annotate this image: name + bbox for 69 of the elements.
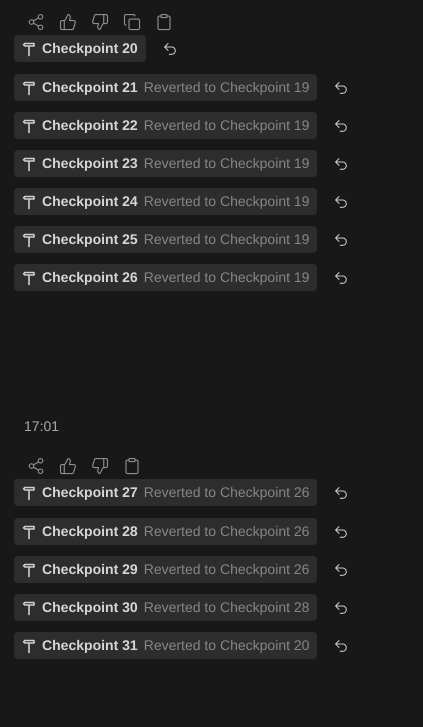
undo-icon[interactable] — [333, 638, 350, 654]
checkpoint-label: Checkpoint 27 — [42, 483, 138, 502]
revert-note: Reverted to Checkpoint 26 — [144, 560, 310, 579]
checkpoint-chip[interactable]: Checkpoint 30 Reverted to Checkpoint 28 — [14, 594, 318, 621]
revert-note: Reverted to Checkpoint 26 — [144, 522, 310, 541]
undo-icon[interactable] — [333, 156, 350, 172]
checkpoint-label: Checkpoint 28 — [42, 522, 138, 541]
revert-note: Reverted to Checkpoint 19 — [144, 154, 310, 173]
undo-icon[interactable] — [333, 232, 350, 248]
revert-note: Reverted to Checkpoint 26 — [144, 483, 310, 502]
signpost-icon — [22, 524, 36, 540]
thumbs-down-icon[interactable] — [91, 13, 109, 31]
checkpoint-chip[interactable]: Checkpoint 24 Reverted to Checkpoint 19 — [14, 188, 318, 215]
revert-note: Reverted to Checkpoint 19 — [144, 78, 310, 97]
checkpoint-chip[interactable]: Checkpoint 25 Reverted to Checkpoint 19 — [14, 226, 318, 253]
undo-icon[interactable] — [333, 600, 350, 616]
checkpoint-label: Checkpoint 29 — [42, 560, 138, 579]
clipboard-icon[interactable] — [155, 13, 173, 31]
signpost-icon — [22, 484, 36, 500]
undo-icon[interactable] — [162, 40, 178, 56]
undo-icon[interactable] — [333, 118, 350, 134]
clipboard-icon[interactable] — [123, 457, 141, 475]
signpost-icon — [22, 80, 36, 96]
signpost-icon — [22, 232, 36, 248]
thumbs-up-icon[interactable] — [59, 13, 77, 31]
signpost-icon — [22, 638, 36, 654]
checkpoint-chip[interactable]: Checkpoint 22 Reverted to Checkpoint 19 — [14, 112, 318, 139]
undo-icon[interactable] — [333, 194, 350, 210]
signpost-icon — [22, 194, 36, 210]
thumbs-up-icon[interactable] — [59, 457, 77, 475]
checkpoint-chip[interactable]: Checkpoint 27 Reverted to Checkpoint 26 — [14, 479, 318, 506]
signpost-icon — [22, 156, 36, 172]
checkpoint-label: Checkpoint 20 — [42, 39, 138, 58]
revert-note: Reverted to Checkpoint 20 — [144, 636, 310, 655]
checkpoint-label: Checkpoint 23 — [42, 154, 138, 173]
revert-note: Reverted to Checkpoint 19 — [144, 268, 310, 287]
checkpoint-chip[interactable]: Checkpoint 29 Reverted to Checkpoint 26 — [14, 556, 318, 583]
signpost-icon — [22, 562, 36, 578]
checkpoint-label: Checkpoint 31 — [42, 636, 138, 655]
checkpoint-label: Checkpoint 25 — [42, 230, 138, 249]
checkpoint-chip[interactable]: Checkpoint 21 Reverted to Checkpoint 19 — [14, 74, 318, 101]
checkpoint-chip[interactable]: Checkpoint 31 Reverted to Checkpoint 20 — [14, 632, 318, 659]
revert-note: Reverted to Checkpoint 28 — [144, 598, 310, 617]
share-icon[interactable] — [27, 13, 45, 31]
checkpoint-label: Checkpoint 24 — [42, 192, 138, 211]
checkpoint-label: Checkpoint 30 — [42, 598, 138, 617]
checkpoint-chip[interactable]: Checkpoint 20 — [14, 35, 146, 62]
revert-note: Reverted to Checkpoint 19 — [144, 192, 310, 211]
checkpoint-label: Checkpoint 26 — [42, 268, 138, 287]
checkpoint-chip[interactable]: Checkpoint 28 Reverted to Checkpoint 26 — [14, 518, 318, 545]
thumbs-down-icon[interactable] — [91, 457, 109, 475]
timestamp: 17:01 — [23, 417, 60, 436]
undo-icon[interactable] — [333, 484, 350, 500]
checkpoint-label: Checkpoint 22 — [42, 116, 138, 135]
revert-note: Reverted to Checkpoint 19 — [144, 116, 310, 135]
signpost-icon — [22, 40, 36, 56]
checkpoint-chip[interactable]: Checkpoint 26 Reverted to Checkpoint 19 — [14, 264, 318, 291]
revert-note: Reverted to Checkpoint 19 — [144, 230, 310, 249]
undo-icon[interactable] — [333, 270, 350, 286]
checkpoint-label: Checkpoint 21 — [42, 78, 138, 97]
signpost-icon — [22, 270, 36, 286]
copy-icon[interactable] — [123, 13, 141, 31]
undo-icon[interactable] — [333, 80, 350, 96]
share-icon[interactable] — [27, 457, 45, 475]
undo-icon[interactable] — [333, 524, 350, 540]
signpost-icon — [22, 118, 36, 134]
signpost-icon — [22, 600, 36, 616]
undo-icon[interactable] — [333, 562, 350, 578]
checkpoint-chip[interactable]: Checkpoint 23 Reverted to Checkpoint 19 — [14, 150, 318, 177]
